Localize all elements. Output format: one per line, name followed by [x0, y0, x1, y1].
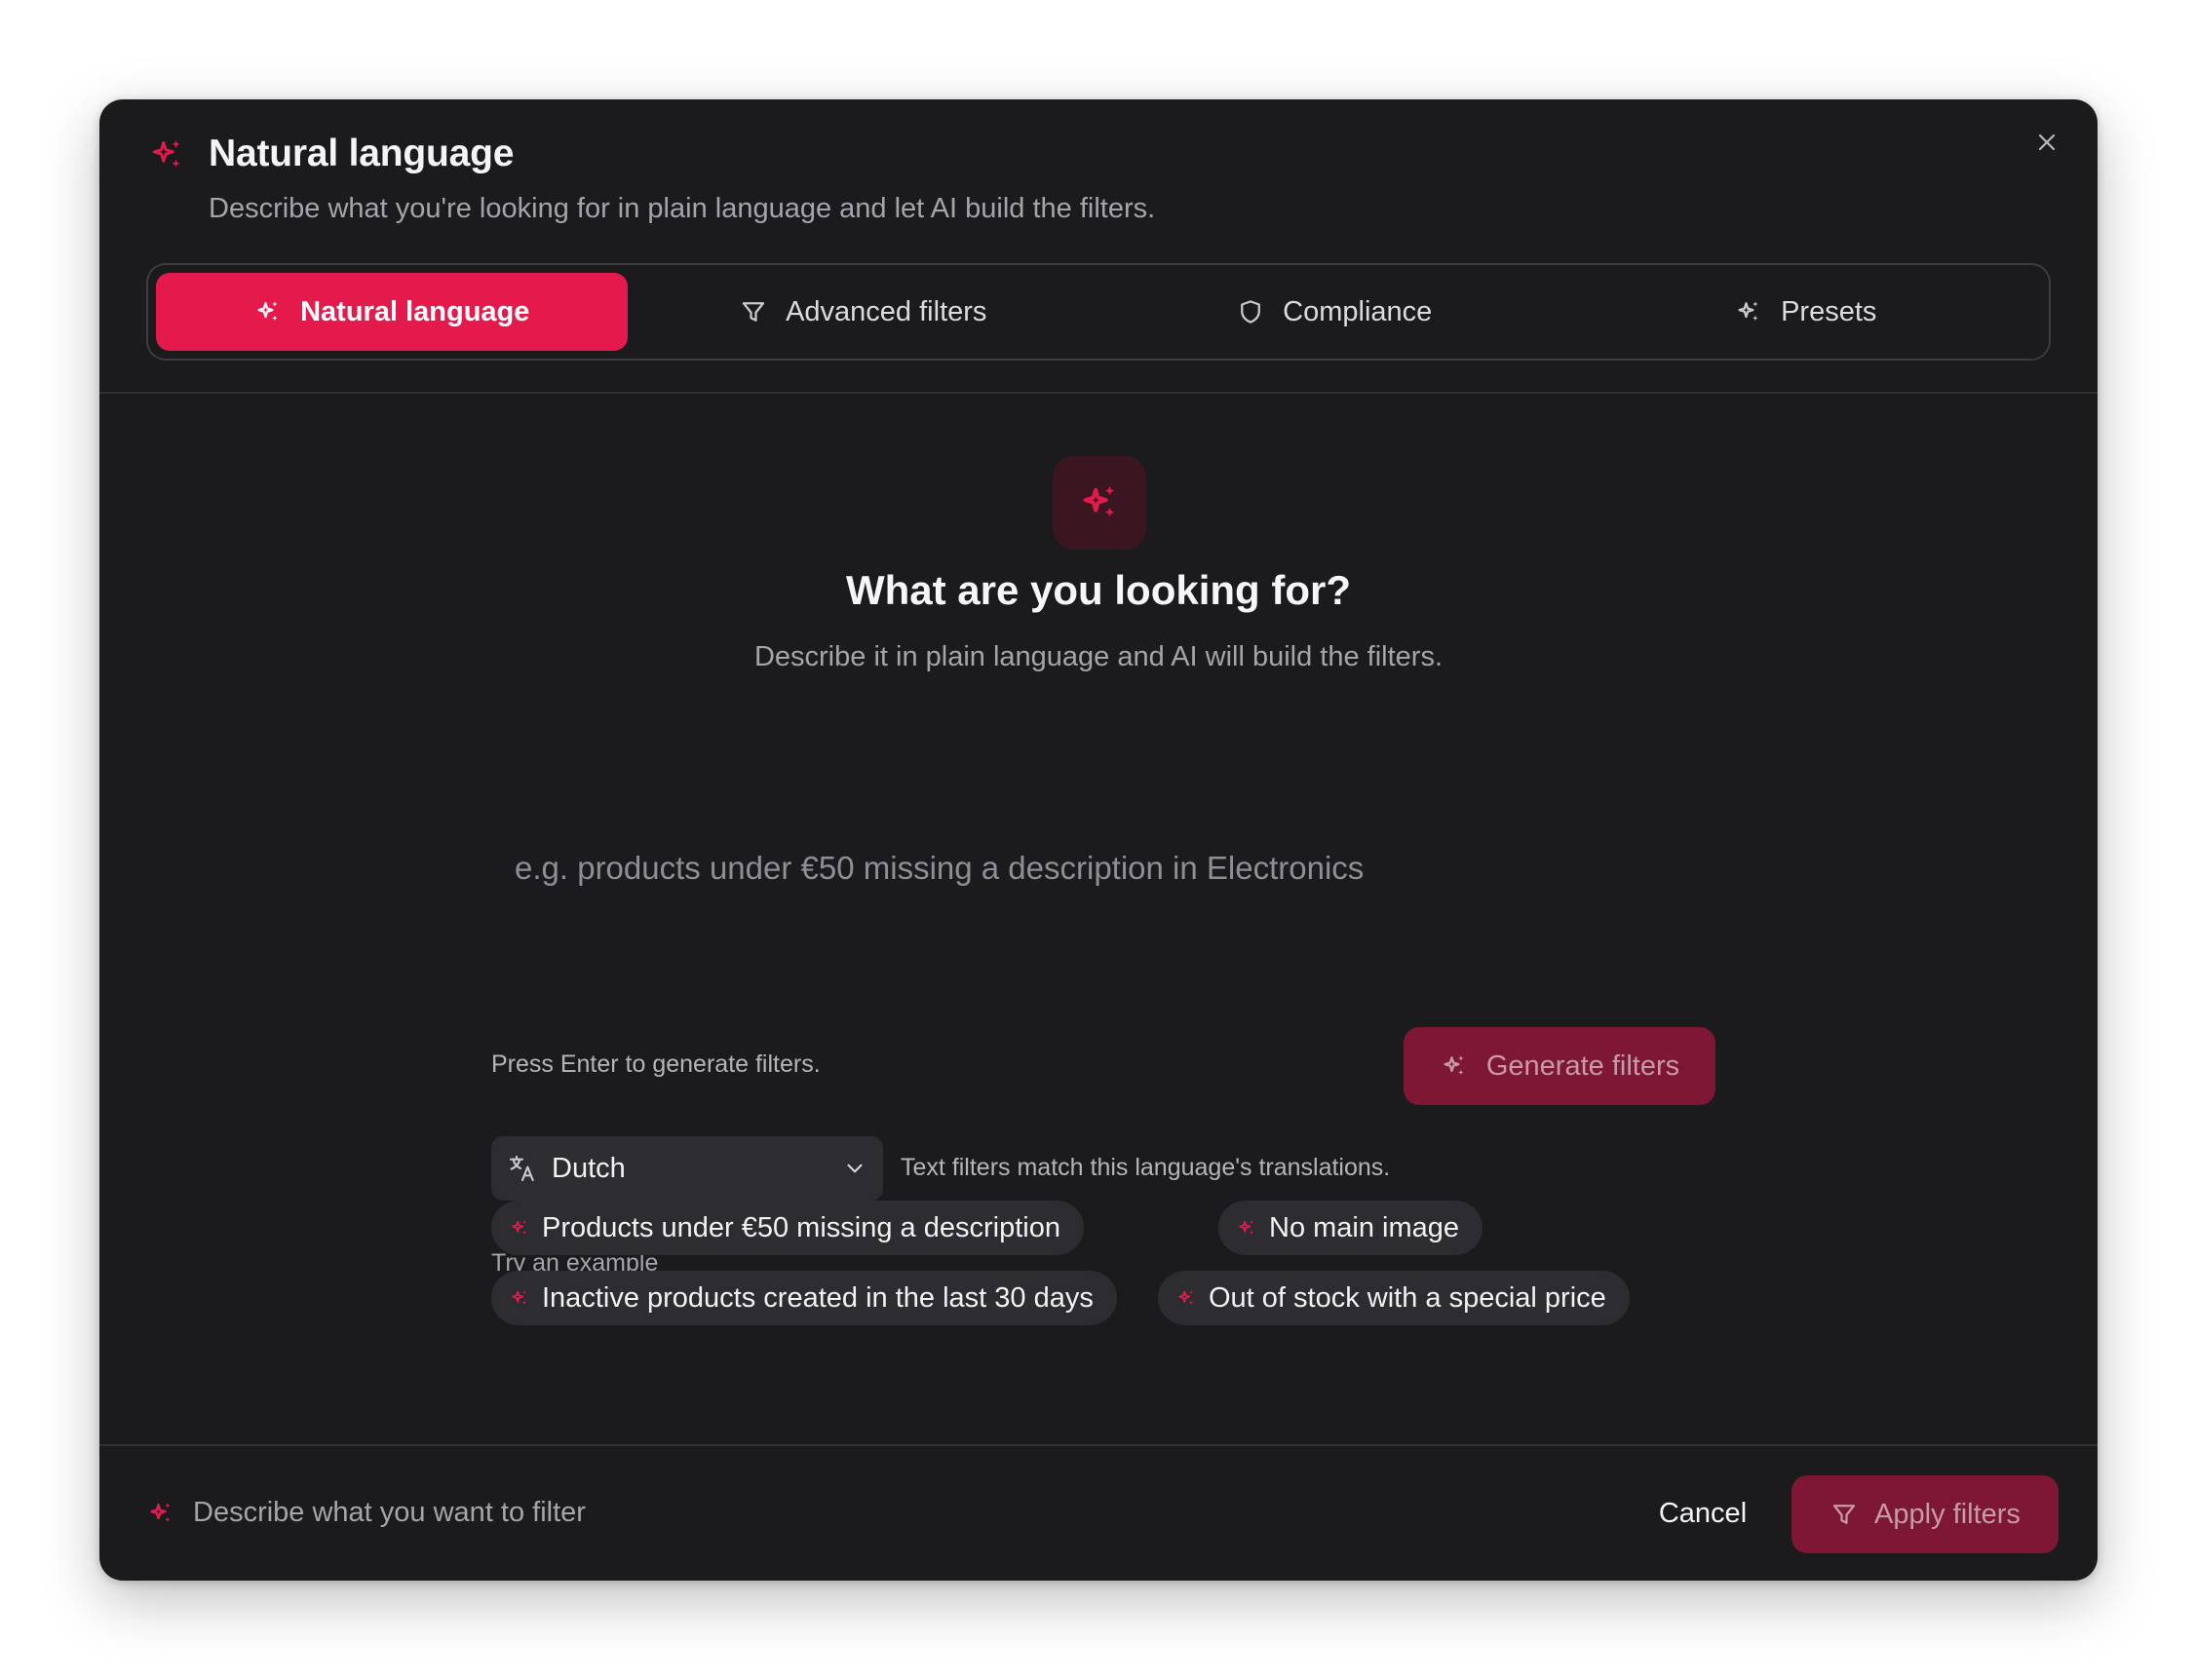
hero-title: What are you looking for? [845, 567, 1351, 613]
apply-filters-button[interactable]: Apply filters [1791, 1475, 2059, 1553]
close-button[interactable] [2023, 119, 2070, 166]
tab-presets[interactable]: Presets [1570, 273, 2042, 351]
example-chip-label: Out of stock with a special price [1209, 1281, 1606, 1314]
generate-filters-label: Generate filters [1485, 1050, 1680, 1082]
footer-status: Describe what you want to filter [193, 1497, 586, 1528]
example-chip[interactable]: No main image [1218, 1201, 1483, 1255]
sparkles-icon [1178, 1290, 1193, 1305]
example-chip-label: Inactive products created in the last 30… [542, 1281, 1094, 1314]
shield-icon [1241, 300, 1261, 324]
apply-filters-label: Apply filters [1874, 1498, 2021, 1530]
enter-hint: Press Enter to generate filters. [491, 1050, 821, 1078]
hero-icon-badge [1053, 456, 1146, 550]
tab-compliance[interactable]: Compliance [1098, 273, 1570, 351]
sparkles-icon [152, 139, 180, 168]
example-chip[interactable]: Products under €50 missing a description [491, 1201, 1084, 1255]
dialog-title: Natural language [209, 133, 515, 174]
tab-advanced-filters[interactable]: Advanced filters [628, 273, 1099, 351]
example-chip[interactable]: Out of stock with a special price [1158, 1271, 1630, 1325]
tab-label: Natural language [300, 295, 530, 327]
sparkles-icon [512, 1290, 526, 1305]
translate-icon [509, 1155, 534, 1182]
filter-icon [742, 302, 765, 322]
example-chip-label: No main image [1269, 1211, 1460, 1243]
sparkles-icon [150, 1503, 171, 1522]
mode-tabs: Natural language Advanced filters Compli… [146, 263, 2051, 361]
query-input[interactable] [489, 723, 1708, 898]
dialog-subtitle: Describe what you're looking for in plai… [209, 193, 1156, 224]
tab-label: Advanced filters [786, 295, 987, 327]
tab-natural-language[interactable]: Natural language [156, 273, 628, 351]
example-chip[interactable]: Inactive products created in the last 30… [491, 1271, 1117, 1325]
language-select[interactable]: Dutch [491, 1136, 883, 1201]
cancel-button[interactable]: Cancel [1630, 1481, 1776, 1546]
sparkles-icon [1239, 1220, 1253, 1235]
header-divider [99, 392, 2098, 394]
footer-divider [99, 1444, 2098, 1446]
tab-label: Presets [1781, 295, 1877, 327]
sparkles-icon [1738, 301, 1758, 321]
generate-filters-button[interactable]: Generate filters [1404, 1027, 1715, 1105]
tab-label: Compliance [1283, 295, 1433, 327]
natural-language-dialog: Natural language Describe what you're lo… [99, 99, 2098, 1581]
close-icon [2038, 134, 2056, 151]
language-help-text: Text filters match this language's trans… [901, 1154, 1391, 1181]
chevron-down-icon [847, 1164, 863, 1173]
language-select-value: Dutch [552, 1152, 626, 1184]
filter-icon [1832, 1505, 1856, 1524]
example-chip-label: Products under €50 missing a description [542, 1211, 1060, 1243]
sparkles-icon [512, 1220, 526, 1235]
sparkles-icon [1444, 1055, 1464, 1075]
hero-subtitle: Describe it in plain language and AI wil… [753, 641, 1444, 672]
sparkles-icon [1083, 485, 1115, 517]
sparkles-icon [257, 301, 278, 321]
